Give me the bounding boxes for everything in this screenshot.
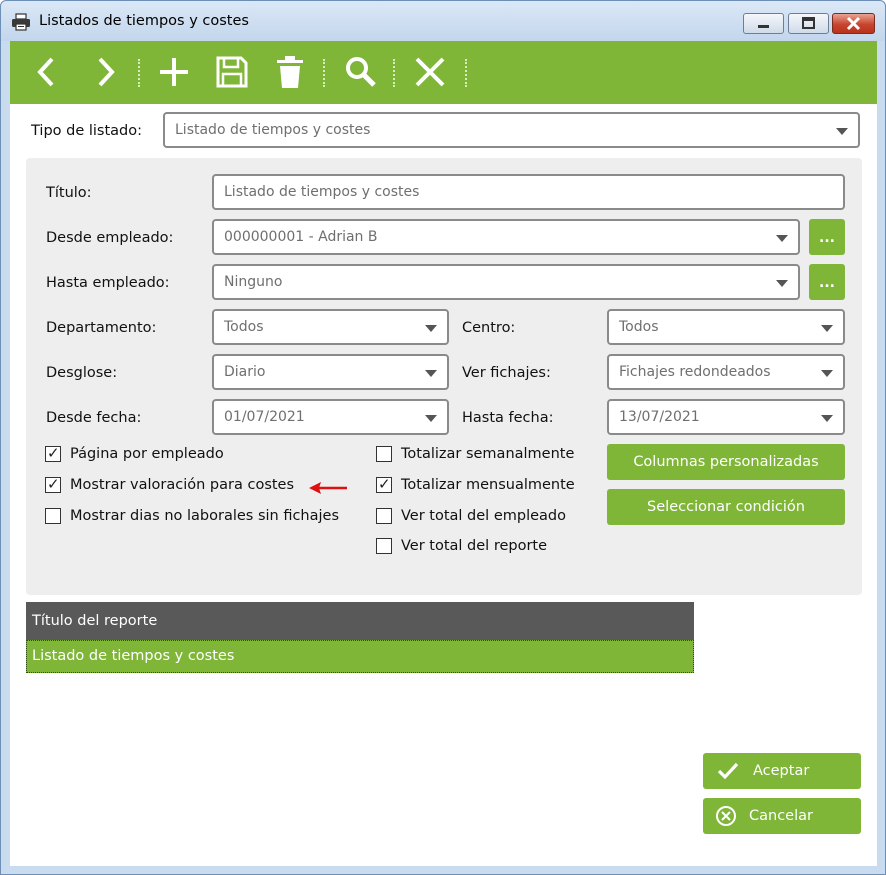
ver-fichajes-value: Fichajes redondeados <box>619 364 771 380</box>
desglose-select[interactable]: Diario <box>212 354 449 390</box>
pagina-por-empleado-label: Página por empleado <box>70 446 224 462</box>
desde-empleado-select[interactable]: 000000001 - Adrian B <box>212 219 800 255</box>
desde-fecha-value: 01/07/2021 <box>224 409 305 425</box>
toolbar-separator <box>323 59 325 87</box>
pagina-por-empleado-checkbox[interactable]: ✓ <box>45 444 61 462</box>
toolbar-separator <box>393 59 395 87</box>
check-icon: ✓ <box>47 444 60 462</box>
chevron-left-icon[interactable] <box>30 55 64 89</box>
columnas-personalizadas-button[interactable]: Columnas personalizadas <box>607 444 845 480</box>
close-window-button[interactable] <box>832 13 875 34</box>
chevron-down-icon <box>425 325 437 332</box>
circle-x-icon <box>716 806 736 826</box>
cancelar-label: Cancelar <box>749 808 813 824</box>
hasta-fecha-picker[interactable]: 13/07/2021 <box>607 399 845 435</box>
ver-total-reporte-checkbox[interactable] <box>376 538 392 554</box>
chevron-down-icon <box>821 415 833 422</box>
departamento-label: Departamento: <box>46 320 157 336</box>
minimize-icon <box>758 25 769 28</box>
magnifier-icon[interactable] <box>343 55 377 89</box>
ver-total-reporte-label: Ver total del reporte <box>401 538 548 554</box>
toolbar <box>10 41 877 104</box>
titulo-value: Listado de tiempos y costes <box>224 184 420 200</box>
tipo-listado-label: Tipo de listado: <box>31 123 143 139</box>
chevron-right-icon[interactable] <box>88 55 122 89</box>
mostrar-valoracion-checkbox[interactable]: ✓ <box>45 475 61 493</box>
printer-icon <box>12 13 30 31</box>
hasta-empleado-value: Ninguno <box>224 274 283 290</box>
totalizar-mensualmente-checkbox[interactable]: ✓ <box>376 475 392 493</box>
departamento-select[interactable]: Todos <box>212 309 449 345</box>
hasta-empleado-browse-button[interactable]: ... <box>809 264 845 300</box>
tipo-listado-value: Listado de tiempos y costes <box>175 122 371 138</box>
chevron-down-icon <box>425 415 437 422</box>
cancelar-button[interactable]: Cancelar <box>703 798 861 834</box>
checkmark-icon <box>717 762 739 780</box>
tipo-listado-select[interactable]: Listado de tiempos y costes <box>163 112 860 148</box>
desde-empleado-value: 000000001 - Adrian B <box>224 229 378 245</box>
ver-total-empleado-label: Ver total del empleado <box>401 508 566 524</box>
centro-select[interactable]: Todos <box>607 309 845 345</box>
desde-fecha-label: Desde fecha: <box>46 410 142 426</box>
close-icon <box>846 16 861 31</box>
report-table-header: Título del reporte <box>26 602 694 640</box>
departamento-value: Todos <box>224 319 264 335</box>
aceptar-label: Aceptar <box>753 763 810 779</box>
centro-value: Todos <box>619 319 659 335</box>
check-icon: ✓ <box>378 475 391 493</box>
ver-fichajes-select[interactable]: Fichajes redondeados <box>607 354 845 390</box>
seleccionar-condicion-button[interactable]: Seleccionar condición <box>607 489 845 525</box>
maximize-button[interactable] <box>788 13 829 34</box>
chevron-down-icon <box>776 280 788 287</box>
titulo-label: Título: <box>46 185 92 201</box>
client-area: Tipo de listado: Listado de tiempos y co… <box>10 41 877 866</box>
floppy-disk-icon[interactable] <box>215 55 249 89</box>
titulo-input[interactable]: Listado de tiempos y costes <box>212 174 845 210</box>
desglose-value: Diario <box>224 364 266 380</box>
mostrar-dias-no-laborales-checkbox[interactable] <box>45 508 61 524</box>
ver-fichajes-label: Ver fichajes: <box>462 365 551 381</box>
hasta-fecha-value: 13/07/2021 <box>619 409 700 425</box>
desde-fecha-picker[interactable]: 01/07/2021 <box>212 399 449 435</box>
hasta-empleado-label: Hasta empleado: <box>46 275 170 291</box>
chevron-down-icon <box>821 370 833 377</box>
toolbar-separator <box>465 59 467 87</box>
chevron-down-icon <box>836 128 848 135</box>
window: Listados de tiempos y costes Tipo de lis… <box>0 0 886 875</box>
maximize-icon <box>802 17 815 29</box>
minimize-button[interactable] <box>743 13 784 34</box>
desglose-label: Desglose: <box>46 365 118 381</box>
mostrar-dias-no-laborales-label: Mostrar dias no laborales sin fichajes <box>70 508 340 524</box>
desde-empleado-label: Desde empleado: <box>46 230 174 246</box>
window-title: Listados de tiempos y costes <box>39 13 249 29</box>
chevron-down-icon <box>425 370 437 377</box>
toolbar-separator <box>138 59 140 87</box>
title-bar: Listados de tiempos y costes <box>1 1 885 41</box>
hasta-empleado-select[interactable]: Ninguno <box>212 264 800 300</box>
aceptar-button[interactable]: Aceptar <box>703 753 861 789</box>
red-arrow-annotation-icon <box>309 482 347 494</box>
table-row[interactable]: Listado de tiempos y costes <box>26 640 694 673</box>
chevron-down-icon <box>821 325 833 332</box>
plus-icon[interactable] <box>157 55 191 89</box>
hasta-fecha-label: Hasta fecha: <box>462 410 554 426</box>
totalizar-mensualmente-label: Totalizar mensualmente <box>401 477 575 493</box>
x-icon[interactable] <box>413 55 447 89</box>
mostrar-valoracion-label: Mostrar valoración para costes <box>70 477 295 493</box>
trash-icon[interactable] <box>273 55 307 89</box>
chevron-down-icon <box>776 235 788 242</box>
totalizar-semanalmente-checkbox[interactable] <box>376 446 392 462</box>
ver-total-empleado-checkbox[interactable] <box>376 508 392 524</box>
desde-empleado-browse-button[interactable]: ... <box>809 219 845 255</box>
centro-label: Centro: <box>462 320 516 336</box>
totalizar-semanalmente-label: Totalizar semanalmente <box>401 446 575 462</box>
check-icon: ✓ <box>47 475 60 493</box>
